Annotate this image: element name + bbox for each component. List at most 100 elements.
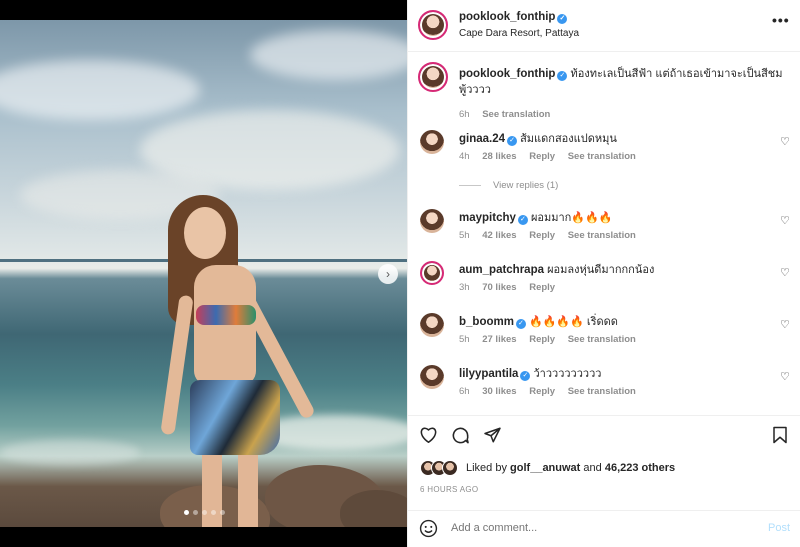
comment-reply-button[interactable]: Reply [529, 334, 555, 345]
comment-time: 3h [459, 282, 470, 293]
comment-like-heart-icon[interactable]: ♡ [780, 318, 790, 331]
carousel-dot-active [184, 510, 189, 515]
commenter-avatar[interactable] [420, 313, 444, 337]
comment-likes[interactable]: 42 likes [482, 230, 516, 241]
caption-text-block: pooklook_fonthip ✓ ท้องทะเลเป็นสีฟ้า แต่ถ… [459, 66, 789, 98]
commenter-avatar[interactable] [420, 209, 444, 233]
comment-reply-button[interactable]: Reply [529, 282, 555, 293]
add-comment-input[interactable] [451, 522, 731, 534]
author-username-text[interactable]: pooklook_fonthip [459, 11, 555, 23]
cloud [0, 60, 200, 120]
comment-like-heart-icon[interactable]: ♡ [780, 266, 790, 279]
commenter-username[interactable]: b_boomm [459, 316, 514, 328]
comment-text-block: b_boomm ✓ 🔥🔥🔥🔥 เริ่ดดด [459, 314, 759, 330]
commenter-username[interactable]: lilyypantila [459, 368, 518, 380]
bookmark-icon[interactable] [772, 426, 788, 449]
author-avatar[interactable] [418, 10, 448, 40]
person-figure [160, 195, 330, 527]
comments-section: pooklook_fonthip ✓ ท้องทะเลเป็นสีฟ้า แต่ถ… [408, 52, 800, 415]
comment-reply-button[interactable]: Reply [529, 151, 555, 162]
post-photo[interactable] [0, 20, 407, 527]
post-timestamp[interactable]: 6 HOURS AGO [420, 485, 478, 494]
caption-meta: 6h See translation [459, 109, 560, 120]
arm [160, 294, 194, 436]
verified-badge-icon: ✓ [507, 136, 518, 146]
carousel-dot [211, 510, 216, 515]
comment-item: lilyypantila ✓ ว้าววววววววว 6h 30 likes R… [408, 365, 800, 417]
liker-avatar[interactable] [442, 460, 458, 476]
comment-item: aum_patchrapa ผอมลงหุ่นดีมากกกน้อง 3h 70… [408, 261, 800, 313]
carousel-next-button[interactable]: › [378, 264, 398, 284]
view-replies-label[interactable]: View replies (1) [493, 180, 558, 191]
comment-like-heart-icon[interactable]: ♡ [780, 135, 790, 148]
like-heart-icon[interactable] [419, 426, 438, 448]
torso [194, 265, 256, 385]
caption-username[interactable]: pooklook_fonthip [459, 68, 555, 80]
commenter-username[interactable]: aum_patchrapa [459, 264, 544, 276]
post-comment-button[interactable]: Post [768, 522, 790, 534]
rock [340, 490, 407, 527]
verified-badge-icon: ✓ [557, 71, 568, 81]
face [184, 207, 226, 259]
commenter-username[interactable]: maypitchy [459, 212, 516, 224]
comment-meta: 5h 42 likes Reply See translation [459, 230, 646, 241]
bikini-top [196, 305, 256, 325]
liked-by-prefix: Liked by [466, 462, 507, 474]
emoji-smiley-icon[interactable] [419, 519, 438, 543]
comment-see-translation[interactable]: See translation [568, 334, 636, 345]
comment-time: 5h [459, 230, 470, 241]
commenter-avatar[interactable] [420, 130, 444, 154]
caption-time: 6h [459, 109, 470, 120]
carousel-dot [193, 510, 198, 515]
comment-see-translation[interactable]: See translation [568, 230, 636, 241]
comment-text-block: lilyypantila ✓ ว้าววววววววว [459, 366, 759, 382]
comment-see-translation[interactable]: See translation [568, 386, 636, 397]
comment-reply-button[interactable]: Reply [529, 230, 555, 241]
comment-item: b_boomm ✓ 🔥🔥🔥🔥 เริ่ดดด 5h 27 likes Reply … [408, 313, 800, 365]
comment-reply-button[interactable]: Reply [529, 386, 555, 397]
comment-text-block: aum_patchrapa ผอมลงหุ่นดีมากกกน้อง [459, 262, 759, 278]
verified-badge-icon: ✓ [517, 215, 528, 225]
comment-text: ผอมมาก🔥🔥🔥 [530, 212, 613, 224]
comment-meta: 4h 28 likes Reply See translation [459, 151, 646, 162]
add-comment-bar: Post [408, 510, 800, 547]
author-username[interactable]: pooklook_fonthip ✓ [459, 11, 568, 24]
more-options-icon[interactable]: ••• [772, 12, 790, 28]
likes-text: Liked by golf__anuwat and 46,223 others [466, 462, 675, 474]
comment-likes[interactable]: 30 likes [482, 386, 516, 397]
caption-see-translation[interactable]: See translation [482, 109, 550, 120]
comment-text-block: ginaa.24 ✓ ส้มแดกสองแปดหมุน [459, 131, 759, 147]
post-location[interactable]: Cape Dara Resort, Pattaya [459, 28, 579, 39]
comment-like-heart-icon[interactable]: ♡ [780, 214, 790, 227]
wave-foam [0, 440, 140, 465]
leg [238, 445, 258, 527]
comment-time: 6h [459, 386, 470, 397]
sarong [190, 380, 280, 455]
view-replies-button[interactable]: View replies (1) [459, 180, 558, 191]
view-replies-line [459, 184, 481, 186]
comment-likes[interactable]: 70 likes [482, 282, 516, 293]
comment-text: ผอมลงหุ่นดีมากกกน้อง [547, 264, 655, 276]
comment-text: ว้าววววววววว [533, 368, 602, 380]
comment-see-translation[interactable]: See translation [568, 151, 636, 162]
comment-like-heart-icon[interactable]: ♡ [780, 370, 790, 383]
liked-by-and: and [583, 462, 602, 474]
comment-likes[interactable]: 27 likes [482, 334, 516, 345]
comment-bubble-icon[interactable] [451, 426, 470, 450]
post-media: › [0, 0, 407, 547]
comment-meta: 3h 70 likes Reply [459, 282, 565, 293]
verified-badge-icon: ✓ [515, 319, 526, 329]
verified-badge-icon: ✓ [520, 371, 531, 381]
caption-avatar[interactable] [418, 62, 448, 92]
comment-meta: 6h 30 likes Reply See translation [459, 386, 646, 397]
liked-by-user[interactable]: golf__anuwat [510, 462, 580, 474]
post-actions: Liked by golf__anuwat and 46,223 others … [408, 415, 800, 525]
comment-meta: 5h 27 likes Reply See translation [459, 334, 646, 345]
commenter-avatar[interactable] [420, 261, 444, 285]
liked-by-others[interactable]: 46,223 others [605, 462, 675, 474]
carousel-dot [220, 510, 225, 515]
commenter-username[interactable]: ginaa.24 [459, 133, 505, 145]
comment-likes[interactable]: 28 likes [482, 151, 516, 162]
share-paper-plane-icon[interactable] [483, 426, 502, 449]
commenter-avatar[interactable] [420, 365, 444, 389]
